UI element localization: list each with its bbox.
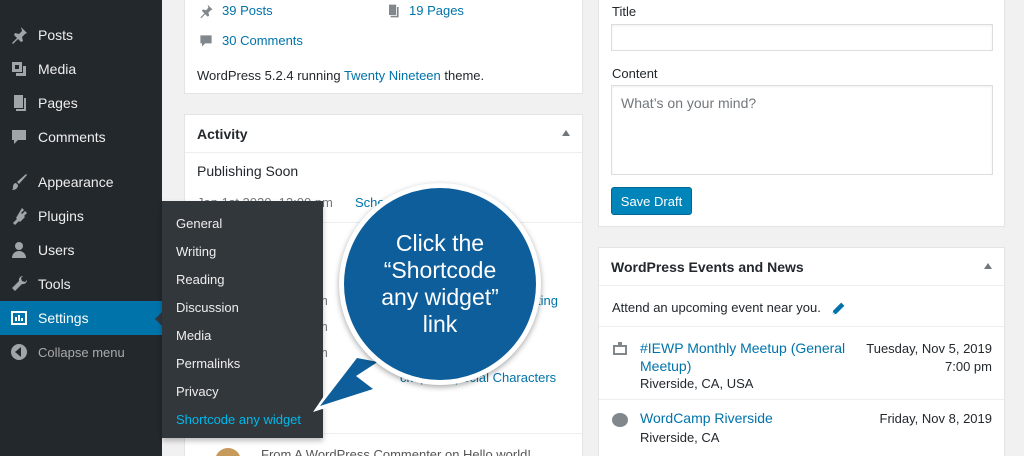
menu-posts[interactable]: Posts	[0, 18, 162, 52]
wordcamp-icon	[612, 413, 628, 427]
menu-label: Plugins	[38, 208, 84, 224]
pages-icon	[385, 3, 401, 19]
theme-link[interactable]: Twenty Nineteen	[344, 68, 441, 83]
version-text: WordPress 5.2.4 running	[197, 68, 344, 83]
events-title: WordPress Events and News	[611, 258, 804, 275]
submenu-shortcode-any-widget[interactable]: Shortcode any widget	[176, 408, 301, 430]
menu-appearance[interactable]: Appearance	[0, 165, 162, 199]
events-news-widget: WordPress Events and News Attend an upco…	[598, 247, 1005, 456]
event-location: Riverside, CA, USA	[640, 376, 754, 391]
menu-label: Appearance	[38, 174, 114, 190]
collapse-icon	[0, 342, 38, 362]
menu-media[interactable]: Media	[0, 52, 162, 86]
menu-label: Posts	[38, 27, 74, 43]
menu-label: Settings	[38, 310, 89, 326]
version-line: WordPress 5.2.4 running Twenty Nineteen …	[197, 68, 484, 83]
title-label: Title	[612, 4, 637, 19]
events-header[interactable]: WordPress Events and News	[599, 248, 1004, 286]
menu-label: Pages	[38, 95, 78, 111]
comment-icon	[198, 33, 214, 49]
title-input[interactable]	[611, 24, 993, 51]
avatar	[215, 448, 241, 456]
event-link[interactable]: WordCamp Riverside	[640, 410, 773, 426]
event-date: Friday, Nov 8, 2019	[879, 411, 992, 426]
at-a-glance-widget: 39 Posts 19 Pages 30 Comments WordPress …	[184, 0, 583, 94]
quick-draft-widget: Title Content What’s on your mind? Save …	[598, 0, 1005, 227]
user-icon	[0, 240, 38, 260]
menu-settings[interactable]: Settings	[0, 301, 162, 335]
meetup-icon	[612, 342, 628, 356]
submenu-permalinks[interactable]: Permalinks	[176, 352, 240, 374]
callout-text: Click the “Shortcode any widget” link	[381, 230, 499, 337]
version-suffix: theme.	[440, 68, 485, 83]
menu-tools[interactable]: Tools	[0, 267, 162, 301]
brush-icon	[0, 172, 38, 192]
comments-count-link[interactable]: 30 Comments	[222, 33, 303, 48]
pin-icon	[0, 25, 38, 45]
pin-icon	[198, 3, 214, 19]
divider	[599, 399, 1004, 400]
menu-label: Tools	[38, 276, 71, 292]
plugin-icon	[0, 206, 38, 226]
submenu-media[interactable]: Media	[176, 324, 211, 346]
menu-comments[interactable]: Comments	[0, 120, 162, 154]
posts-count-link[interactable]: 39 Posts	[222, 3, 273, 18]
submenu-reading[interactable]: Reading	[176, 268, 224, 290]
activity-title: Activity	[197, 125, 248, 142]
pencil-icon[interactable]	[830, 301, 846, 317]
admin-sidebar: Posts Media Pages Comments Appearance Pl…	[0, 0, 162, 456]
callout-bubble: Click the “Shortcode any widget” link	[339, 183, 541, 385]
event-date: Tuesday, Nov 5, 2019	[866, 341, 992, 356]
submenu-general[interactable]: General	[176, 212, 222, 234]
settings-submenu: General Writing Reading Discussion Media…	[162, 201, 323, 438]
menu-label: Collapse menu	[38, 344, 125, 360]
event-time: 7:00 pm	[945, 359, 992, 374]
submenu-discussion[interactable]: Discussion	[176, 296, 239, 318]
event-location: Riverside, CA	[640, 430, 720, 445]
content-label: Content	[612, 66, 658, 81]
divider	[599, 326, 1004, 327]
event-link[interactable]: #IEWP Monthly Meetup (General	[640, 340, 845, 356]
menu-users[interactable]: Users	[0, 233, 162, 267]
collapse-toggle-icon[interactable]	[984, 263, 992, 269]
settings-icon	[0, 308, 38, 328]
attend-text: Attend an upcoming event near you.	[612, 300, 821, 315]
content-placeholder: What’s on your mind?	[621, 95, 757, 111]
media-icon	[0, 59, 38, 79]
menu-label: Media	[38, 61, 77, 77]
submenu-privacy[interactable]: Privacy	[176, 380, 219, 402]
menu-collapse[interactable]: Collapse menu	[0, 335, 162, 369]
menu-plugins[interactable]: Plugins	[0, 199, 162, 233]
pages-count-link[interactable]: 19 Pages	[409, 3, 464, 18]
menu-label: Comments	[38, 129, 106, 145]
pages-icon	[0, 93, 38, 113]
publishing-soon-heading: Publishing Soon	[197, 163, 299, 179]
activity-header[interactable]: Activity	[185, 115, 582, 153]
comment-icon	[0, 127, 38, 147]
content-textarea[interactable]: What’s on your mind?	[611, 85, 993, 175]
event-link-continued[interactable]: Meetup)	[640, 358, 691, 374]
collapse-toggle-icon[interactable]	[562, 130, 570, 136]
save-draft-button[interactable]: Save Draft	[611, 187, 692, 215]
wrench-icon	[0, 274, 38, 294]
recent-comment-line: From A WordPress Commenter on Hello worl…	[261, 447, 531, 456]
attend-line: Attend an upcoming event near you.	[612, 300, 821, 315]
menu-label: Users	[38, 242, 75, 258]
menu-pages[interactable]: Pages	[0, 86, 162, 120]
submenu-writing[interactable]: Writing	[176, 240, 216, 262]
